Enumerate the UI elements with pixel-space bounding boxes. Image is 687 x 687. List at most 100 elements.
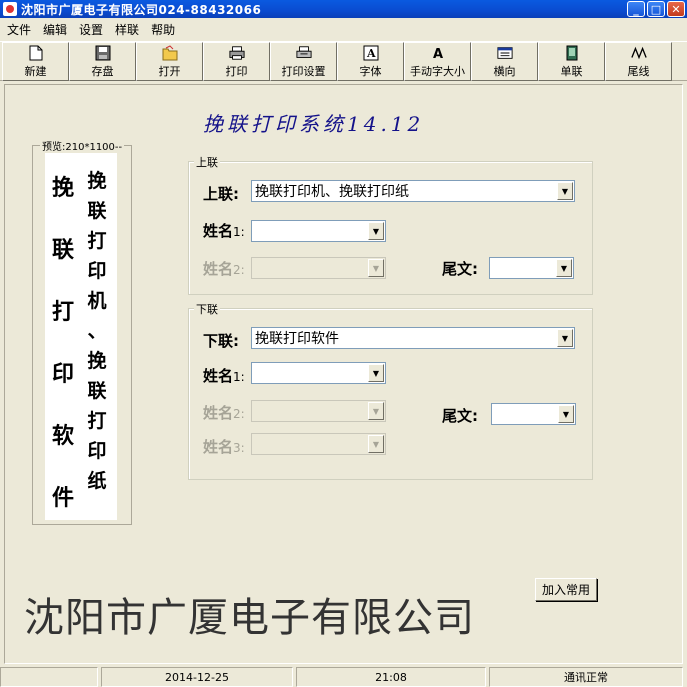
chevron-down-icon[interactable]: ▼ — [368, 222, 384, 240]
lower-text-value: 挽联打印软件 — [255, 331, 339, 347]
single-button-label: 单联 — [560, 64, 583, 78]
chevron-down-icon: ▼ — [368, 402, 384, 420]
preview-char: 、 — [87, 320, 107, 342]
preview-char: 件 — [51, 485, 74, 511]
status-date: 2014-12-25 — [101, 667, 293, 687]
print-setup-button[interactable]: 打印设置 — [270, 42, 337, 81]
app-title: 挽联打印系统14.12 — [203, 112, 425, 136]
preview-char: 联 — [87, 200, 107, 222]
menu-edit[interactable]: 编辑 — [42, 21, 68, 38]
preview-char: 联 — [87, 380, 107, 402]
print-button[interactable]: 打印 — [203, 42, 270, 81]
upper-tail-label: 尾文: — [442, 260, 478, 278]
single-button[interactable]: 单联 — [538, 42, 605, 81]
chevron-down-icon[interactable]: ▼ — [557, 182, 573, 200]
status-bar: 2014-12-25 21:08 通讯正常 — [0, 667, 687, 687]
preview-char: 印 — [87, 260, 107, 282]
font-size-button-label: 手动字大小 — [410, 64, 465, 78]
font-icon: A — [363, 45, 379, 61]
lower-name2-label: 姓名2: — [203, 404, 245, 422]
preview-legend: 预览:210*1100-- — [40, 138, 125, 153]
app-icon — [3, 2, 17, 16]
lower-text-combo[interactable]: 挽联打印软件 ▼ — [251, 327, 575, 349]
lower-tail-combo[interactable]: ▼ — [491, 403, 576, 425]
print-setup-button-label: 打印设置 — [281, 64, 326, 78]
landscape-icon — [496, 45, 513, 61]
window-title: 沈阳市广厦电子有限公司024-88432066 — [21, 2, 262, 17]
title-bar: 沈阳市广厦电子有限公司024-88432066 _ □ ✕ — [0, 0, 687, 18]
tail-line-icon — [630, 45, 647, 61]
window-controls: _ □ ✕ — [627, 1, 685, 17]
tail-line-button[interactable]: 尾线 — [605, 42, 672, 81]
toolbar: 新建 存盘 打开 打印 打印设置 A 字体 A 手动字大小 横向 单联 尾线 — [0, 41, 687, 81]
chevron-down-icon[interactable]: ▼ — [556, 259, 572, 277]
lower-name1-combo[interactable]: ▼ — [251, 362, 386, 384]
preview-char: 软 — [51, 423, 74, 449]
save-button-label: 存盘 — [91, 64, 114, 78]
print-setup-icon — [295, 45, 312, 61]
landscape-button-label: 横向 — [493, 64, 516, 78]
status-comm: 通讯正常 — [489, 667, 683, 687]
preview-char: 纸 — [87, 470, 107, 492]
svg-text:A: A — [433, 47, 443, 61]
landscape-button[interactable]: 横向 — [471, 42, 538, 81]
font-size-button[interactable]: A 手动字大小 — [404, 42, 471, 81]
upper-name1-label: 姓名1: — [203, 222, 245, 240]
minimize-button[interactable]: _ — [627, 1, 645, 17]
new-button-label: 新建 — [24, 64, 47, 78]
status-time: 21:08 — [296, 667, 486, 687]
preview-char: 印 — [87, 440, 107, 462]
preview-char: 挽 — [87, 170, 107, 192]
preview-char: 挽 — [87, 350, 107, 372]
preview-char: 打 — [87, 410, 107, 432]
lower-group-legend: 下联 — [194, 301, 220, 317]
chevron-down-icon: ▼ — [368, 435, 384, 453]
upper-name1-combo[interactable]: ▼ — [251, 220, 386, 242]
chevron-down-icon[interactable]: ▼ — [557, 329, 573, 347]
preview-char: 印 — [51, 361, 74, 387]
preview-char: 机 — [87, 290, 107, 312]
lower-name1-label: 姓名1: — [203, 367, 245, 385]
menu-samples[interactable]: 样联 — [114, 21, 140, 38]
preview-left-column: 挽 联 打 印 软 件 — [50, 170, 76, 512]
lower-tail-label: 尾文: — [442, 407, 478, 425]
printer-icon — [228, 45, 245, 61]
upper-group-legend: 上联 — [194, 154, 220, 170]
open-button[interactable]: 打开 — [136, 42, 203, 81]
chevron-down-icon[interactable]: ▼ — [558, 405, 574, 423]
preview-char: 挽 — [51, 175, 74, 201]
lower-name3-label: 姓名3: — [203, 438, 245, 456]
maximize-button[interactable]: □ — [647, 1, 665, 17]
svg-text:A: A — [366, 47, 376, 60]
preview-char: 打 — [51, 299, 74, 325]
preview-right-column: 挽 联 打 印 机 、 挽 联 打 印 纸 — [84, 166, 110, 496]
menu-bar: 文件 编辑 设置 样联 帮助 — [0, 19, 687, 39]
new-file-icon — [28, 45, 44, 61]
print-button-label: 打印 — [225, 64, 248, 78]
open-folder-icon — [162, 44, 178, 61]
upper-label: 上联: — [203, 185, 239, 203]
save-disk-icon — [95, 45, 111, 61]
preview-char: 打 — [87, 230, 107, 252]
save-button[interactable]: 存盘 — [69, 42, 136, 81]
new-button[interactable]: 新建 — [2, 42, 69, 81]
font-button-label: 字体 — [359, 64, 382, 78]
company-name: 沈阳市广厦电子有限公司 — [24, 595, 475, 641]
upper-text-combo[interactable]: 挽联打印机、挽联打印纸 ▼ — [251, 180, 575, 202]
open-button-label: 打开 — [158, 64, 181, 78]
upper-tail-combo[interactable]: ▼ — [489, 257, 574, 279]
add-common-button[interactable]: 加入常用 — [535, 578, 597, 601]
close-button[interactable]: ✕ — [667, 1, 685, 17]
single-icon — [564, 45, 580, 61]
upper-name2-label: 姓名2: — [203, 260, 245, 278]
upper-text-value: 挽联打印机、挽联打印纸 — [255, 184, 409, 200]
chevron-down-icon[interactable]: ▼ — [368, 364, 384, 382]
menu-settings[interactable]: 设置 — [78, 21, 104, 38]
lower-name2-combo: ▼ — [251, 400, 386, 422]
font-button[interactable]: A 字体 — [337, 42, 404, 81]
upper-name2-combo: ▼ — [251, 257, 386, 279]
menu-file[interactable]: 文件 — [6, 21, 32, 38]
lower-name3-combo: ▼ — [251, 433, 386, 455]
menu-help[interactable]: 帮助 — [150, 21, 176, 38]
chevron-down-icon: ▼ — [368, 259, 384, 277]
